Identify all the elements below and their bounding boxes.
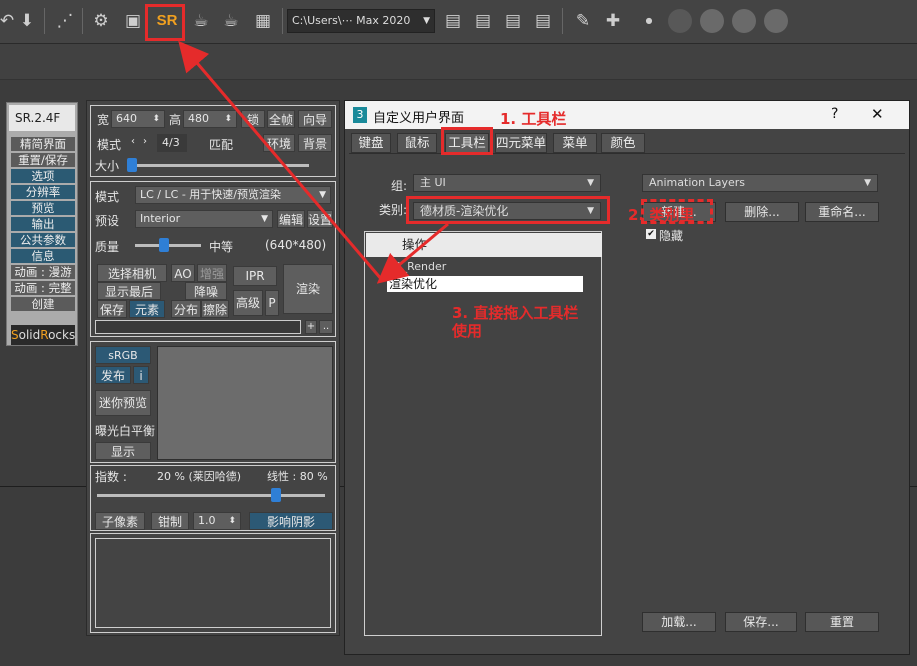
annotation-arrows	[178, 40, 449, 284]
arrow-drag-to-toolbar	[376, 222, 449, 284]
arrow-to-sr-icon	[178, 40, 384, 281]
